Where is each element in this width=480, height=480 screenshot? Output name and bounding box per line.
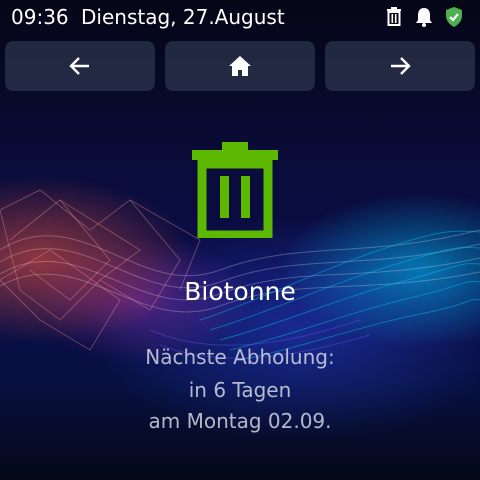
forward-button[interactable]: [325, 41, 475, 91]
status-time: 09:36: [11, 5, 69, 29]
pickup-days-remaining: in 6 Tagen: [188, 378, 292, 402]
next-pickup-label: Nächste Abholung:: [145, 345, 335, 369]
trash-bin-icon: [190, 142, 280, 238]
trash-icon: [383, 6, 405, 28]
screen: 09:36 Dienstag, 27.August Biotonne Nächs…: [0, 0, 480, 480]
status-bar: 09:36 Dienstag, 27.August: [0, 0, 480, 36]
home-button[interactable]: [165, 41, 315, 91]
back-button[interactable]: [5, 41, 155, 91]
home-icon: [229, 56, 251, 76]
pickup-date: am Montag 02.09.: [148, 409, 332, 433]
waste-type-title: Biotonne: [184, 277, 296, 306]
arrow-left-icon: [69, 57, 89, 75]
status-date: Dienstag, 27.August: [81, 5, 285, 29]
bell-icon: [413, 6, 435, 28]
shield-check-icon: [443, 6, 465, 28]
arrow-right-icon: [391, 57, 411, 75]
